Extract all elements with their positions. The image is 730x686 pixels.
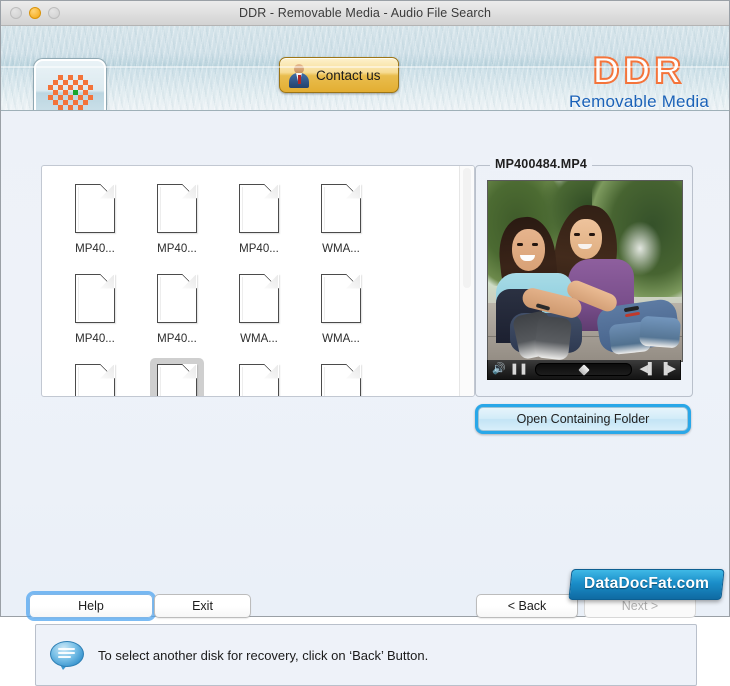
file-grid-scrollbar[interactable] xyxy=(459,166,474,396)
file-item-label: MP40... xyxy=(157,243,197,255)
media-control-bar[interactable]: 🔊 ❚❚ ◀▌ ▐▶ xyxy=(487,360,681,380)
video-preview[interactable] xyxy=(487,180,683,362)
scrubber-handle[interactable] xyxy=(578,363,590,376)
scrollbar-thumb[interactable] xyxy=(463,168,471,288)
brand-tagline: Removable Media xyxy=(568,92,709,111)
document-icon xyxy=(314,268,368,328)
watermark-badge: DataDocFat.com xyxy=(568,569,725,600)
document-icon xyxy=(232,178,286,238)
watermark-text: DataDocFat.com xyxy=(583,575,710,592)
minimize-button[interactable] xyxy=(29,7,41,19)
file-item[interactable]: WMA... xyxy=(302,178,380,268)
document-icon xyxy=(150,358,204,396)
file-grid[interactable]: MP40... MP40... MP40... WMA... MP40... MP40..… xyxy=(42,166,460,396)
close-button[interactable] xyxy=(10,7,22,19)
previous-frame-button[interactable]: ◀▌ xyxy=(639,364,655,375)
file-item[interactable]: MP40... xyxy=(138,358,216,396)
file-item[interactable] xyxy=(220,358,298,396)
ddr-logo: DDR Removable Media xyxy=(568,50,709,111)
application-window: DDR - Removable Media - Audio File Searc… xyxy=(0,0,730,686)
speaker-icon[interactable]: 🔊 xyxy=(492,364,506,375)
contact-us-label: Contact us xyxy=(316,67,381,83)
preview-panel: MP400484.MP4 🔊 ❚❚ ◀▌ ▐▶ xyxy=(475,157,693,397)
status-message: To select another disk for recovery, cli… xyxy=(98,647,429,663)
ddr-app-icon xyxy=(34,59,106,110)
open-containing-folder-button[interactable]: Open Containing Folder xyxy=(478,407,688,431)
open-folder-focus-ring: Open Containing Folder xyxy=(475,404,691,434)
file-item-label: WMA... xyxy=(322,243,360,255)
pause-button[interactable]: ❚❚ xyxy=(510,364,528,375)
file-item-label: MP40... xyxy=(75,333,115,345)
brand-name: DDR xyxy=(592,50,686,91)
status-bar: To select another disk for recovery, cli… xyxy=(35,624,697,686)
playback-scrubber[interactable] xyxy=(535,363,633,376)
preview-file-name: MP400484.MP4 xyxy=(490,157,593,171)
document-icon xyxy=(314,178,368,238)
document-icon xyxy=(232,268,286,328)
zoom-button[interactable] xyxy=(48,7,60,19)
file-item[interactable]: WMA... xyxy=(302,268,380,358)
document-icon xyxy=(150,178,204,238)
file-list-panel[interactable]: MP40... MP40... MP40... WMA... MP40... MP40..… xyxy=(41,165,475,397)
file-item-label: MP40... xyxy=(239,243,279,255)
file-item-label: MP40... xyxy=(75,243,115,255)
file-item[interactable]: MP40... xyxy=(138,178,216,268)
file-item[interactable]: MP40... xyxy=(56,268,134,358)
document-icon xyxy=(150,268,204,328)
document-icon xyxy=(232,358,286,396)
help-button[interactable]: Help xyxy=(29,594,153,618)
window-title: DDR - Removable Media - Audio File Searc… xyxy=(238,6,492,20)
document-icon xyxy=(68,268,122,328)
back-button[interactable]: < Back xyxy=(476,594,578,618)
file-item-label: MP40... xyxy=(157,333,197,345)
file-item[interactable]: MP40... xyxy=(56,358,134,396)
document-icon xyxy=(314,358,368,396)
file-item-label: WMA... xyxy=(240,333,278,345)
file-item[interactable]: MP40... xyxy=(138,268,216,358)
file-item-label: WMA... xyxy=(322,333,360,345)
window-controls xyxy=(10,7,60,19)
app-banner: Contact us DDR Removable Media xyxy=(1,26,729,111)
contact-us-button[interactable]: Contact us xyxy=(279,57,399,93)
main-content: MP40... MP40... MP40... WMA... MP40... MP40..… xyxy=(1,111,729,686)
file-item[interactable]: WMA... xyxy=(220,268,298,358)
file-item[interactable] xyxy=(302,358,380,396)
document-icon xyxy=(68,178,122,238)
file-item[interactable]: MP40... xyxy=(220,178,298,268)
speech-bubble-icon xyxy=(50,641,84,670)
person-icon xyxy=(287,62,311,88)
document-icon xyxy=(68,358,122,396)
preview-photo xyxy=(488,181,682,361)
file-item[interactable]: MP40... xyxy=(56,178,134,268)
title-bar: DDR - Removable Media - Audio File Searc… xyxy=(1,1,729,26)
exit-button[interactable]: Exit xyxy=(154,594,251,618)
next-frame-button[interactable]: ▐▶ xyxy=(660,364,676,375)
